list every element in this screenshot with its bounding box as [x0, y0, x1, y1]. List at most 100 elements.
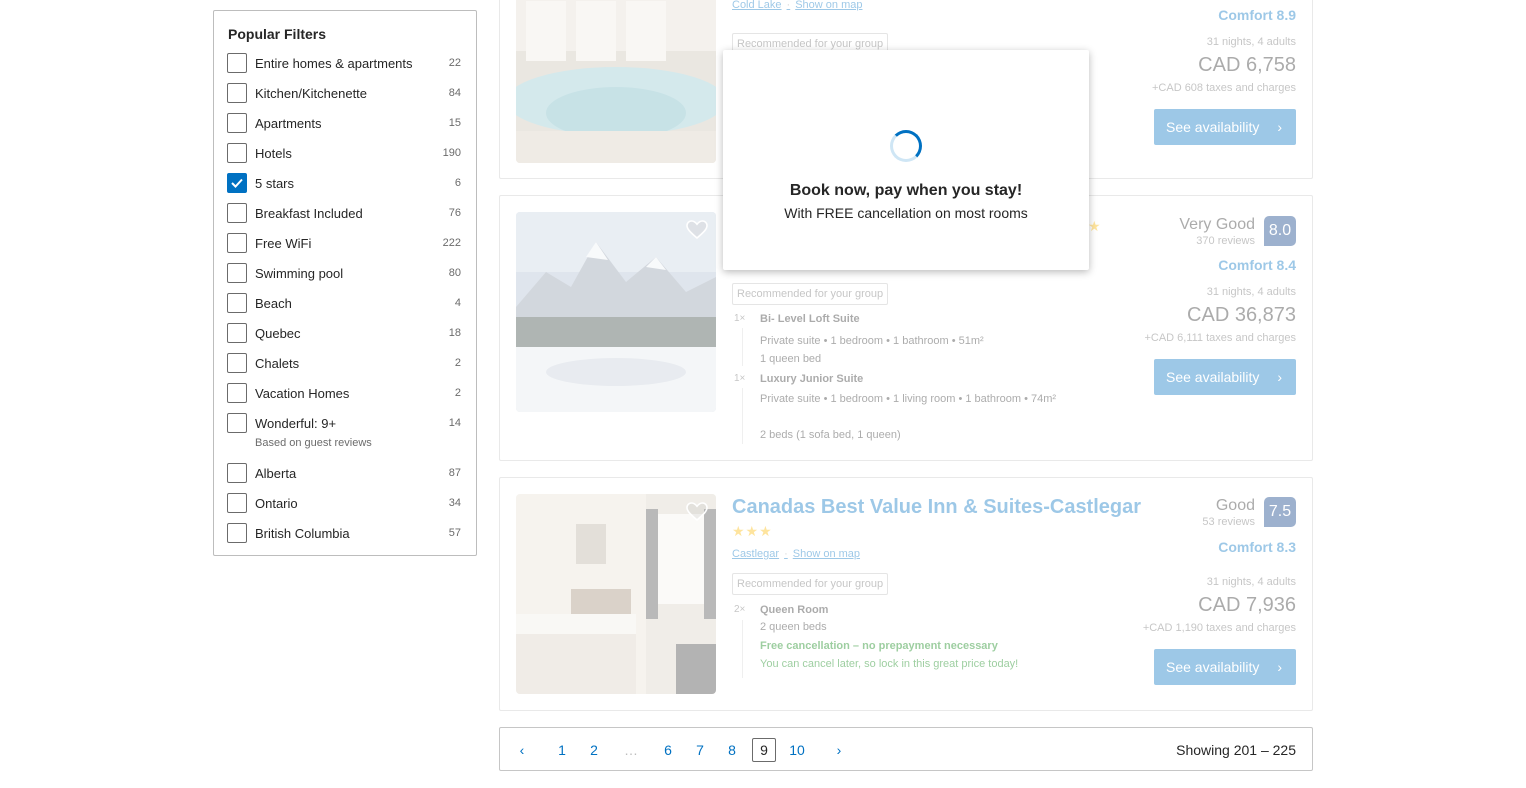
location-link[interactable]: Cold Lake	[732, 0, 782, 11]
filter-kitchen[interactable]: Kitchen/Kitchenette 84	[227, 82, 461, 104]
page-link[interactable]: 8	[720, 738, 744, 762]
results-range: Showing 201 – 225	[1176, 742, 1296, 758]
filter-breakfast[interactable]: Breakfast Included 76	[227, 202, 461, 224]
page-link[interactable]: 2	[582, 738, 606, 762]
taxes: +CAD 6,111 taxes and charges	[1144, 332, 1296, 344]
property-photo[interactable]	[516, 212, 716, 412]
star-icon: ★	[1088, 218, 1101, 234]
checkbox[interactable]	[227, 493, 247, 513]
divider	[742, 620, 743, 678]
button-label: See availability	[1166, 369, 1260, 385]
filter-label: Kitchen/Kitchenette	[255, 86, 368, 101]
filter-count: 2	[454, 387, 461, 399]
room-quantity: 2×	[734, 604, 746, 615]
filter-alberta[interactable]: Alberta 87	[227, 462, 461, 484]
filter-wonderful[interactable]: Wonderful: 9+ 14	[227, 412, 461, 434]
button-label: See availability	[1166, 659, 1260, 675]
location-link[interactable]: Castlegar	[732, 548, 779, 560]
checkbox[interactable]	[227, 233, 247, 253]
comfort-score: Comfort 8.3	[1218, 539, 1296, 555]
checkbox[interactable]	[227, 523, 247, 543]
checkbox[interactable]	[227, 113, 247, 133]
filter-label: Quebec	[255, 326, 301, 341]
chevron-right-icon: ›	[1277, 119, 1282, 135]
room-name: Queen Room	[760, 604, 829, 616]
price: CAD 6,758	[1198, 54, 1296, 76]
filter-apartments[interactable]: Apartments 15	[227, 112, 461, 134]
filter-label: Breakfast Included	[255, 206, 363, 221]
pagination: ‹ 1 2 … 6 7 8 9 10 › Showing 201 – 225	[499, 727, 1313, 771]
filter-vacation-homes[interactable]: Vacation Homes 2	[227, 382, 461, 404]
filter-count: 34	[448, 497, 461, 509]
checkbox[interactable]	[227, 353, 247, 373]
score-word: Very Good	[1179, 216, 1255, 233]
property-photo[interactable]	[516, 494, 716, 694]
page-link[interactable]: 1	[550, 738, 574, 762]
filter-label: Apartments	[255, 116, 322, 131]
filter-count: 6	[454, 177, 461, 189]
filter-ontario[interactable]: Ontario 34	[227, 492, 461, 514]
checkbox[interactable]	[227, 143, 247, 163]
location-row: Castlegar · Show on map	[732, 548, 861, 560]
review-count: 53 reviews	[1202, 516, 1255, 528]
filter-5-stars[interactable]: 5 stars 6	[227, 172, 461, 194]
show-on-map-link[interactable]: Show on map	[793, 548, 860, 560]
next-page-icon[interactable]: ›	[827, 738, 851, 762]
checkbox[interactable]	[227, 383, 247, 403]
filters-title: Popular Filters	[228, 26, 327, 42]
page-link[interactable]: 6	[656, 738, 680, 762]
filter-british-columbia[interactable]: British Columbia 57	[227, 522, 461, 544]
filter-count: 18	[448, 327, 461, 339]
filter-label: Ontario	[255, 496, 298, 511]
checkbox[interactable]	[227, 413, 247, 433]
filter-note: Based on guest reviews	[255, 437, 372, 449]
stay-summary: 31 nights, 4 adults	[1206, 576, 1296, 588]
heart-icon[interactable]	[686, 220, 708, 245]
filter-label: Vacation Homes	[255, 386, 350, 401]
heart-icon[interactable]	[686, 502, 708, 527]
loading-modal: Book now, pay when you stay! With FREE c…	[723, 50, 1089, 270]
filter-beach[interactable]: Beach 4	[227, 292, 461, 314]
filter-quebec[interactable]: Quebec 18	[227, 322, 461, 344]
filter-label: Entire homes & apartments	[255, 56, 413, 71]
filter-label: Free WiFi	[255, 236, 312, 251]
checkbox[interactable]	[227, 463, 247, 483]
filter-count: 87	[448, 467, 461, 479]
checkbox[interactable]	[227, 203, 247, 223]
page-link[interactable]: 10	[785, 738, 809, 762]
cancel-later-note: You can cancel later, so lock in this gr…	[760, 658, 1019, 670]
comfort-score: Comfort 8.9	[1218, 7, 1296, 23]
filter-chalets[interactable]: Chalets 2	[227, 352, 461, 374]
show-on-map-link[interactable]: Show on map	[795, 0, 862, 11]
review-count: 370 reviews	[1196, 235, 1255, 247]
checkbox[interactable]	[227, 263, 247, 283]
property-name-link[interactable]: Canadas Best Value Inn & Suites-Castlega…	[732, 496, 1141, 519]
see-availability-button[interactable]: See availability ›	[1154, 649, 1296, 685]
modal-subtitle: With FREE cancellation on most rooms	[784, 205, 1028, 221]
checkbox[interactable]	[227, 323, 247, 343]
taxes: +CAD 1,190 taxes and charges	[1142, 622, 1296, 634]
checkbox-checked[interactable]	[227, 173, 247, 193]
page-link[interactable]: 7	[688, 738, 712, 762]
modal-title: Book now, pay when you stay!	[789, 182, 1023, 199]
room-list: 2× Queen Room 2 queen beds Free cancella…	[732, 602, 1062, 682]
room-name: Luxury Junior Suite	[760, 373, 864, 385]
checkbox[interactable]	[227, 293, 247, 313]
checkbox[interactable]	[227, 53, 247, 73]
room-list: 1× Bi- Level Loft Suite Private suite • …	[732, 310, 1062, 450]
page-current: 9	[752, 738, 776, 762]
prev-page-icon[interactable]: ‹	[510, 738, 534, 762]
property-photo[interactable]	[516, 0, 716, 163]
checkbox[interactable]	[227, 83, 247, 103]
see-availability-button[interactable]: See availability ›	[1154, 109, 1296, 145]
page-ellipsis: …	[624, 742, 638, 758]
filter-hotels[interactable]: Hotels 190	[227, 142, 461, 164]
filter-entire-homes[interactable]: Entire homes & apartments 22	[227, 52, 461, 74]
filter-label: Hotels	[255, 146, 292, 161]
room-beds: 2 queen beds	[760, 621, 827, 633]
see-availability-button[interactable]: See availability ›	[1154, 359, 1296, 395]
room-quantity: 1×	[734, 313, 746, 324]
filter-free-wifi[interactable]: Free WiFi 222	[227, 232, 461, 254]
filter-count: 80	[448, 267, 461, 279]
filter-swimming-pool[interactable]: Swimming pool 80	[227, 262, 461, 284]
